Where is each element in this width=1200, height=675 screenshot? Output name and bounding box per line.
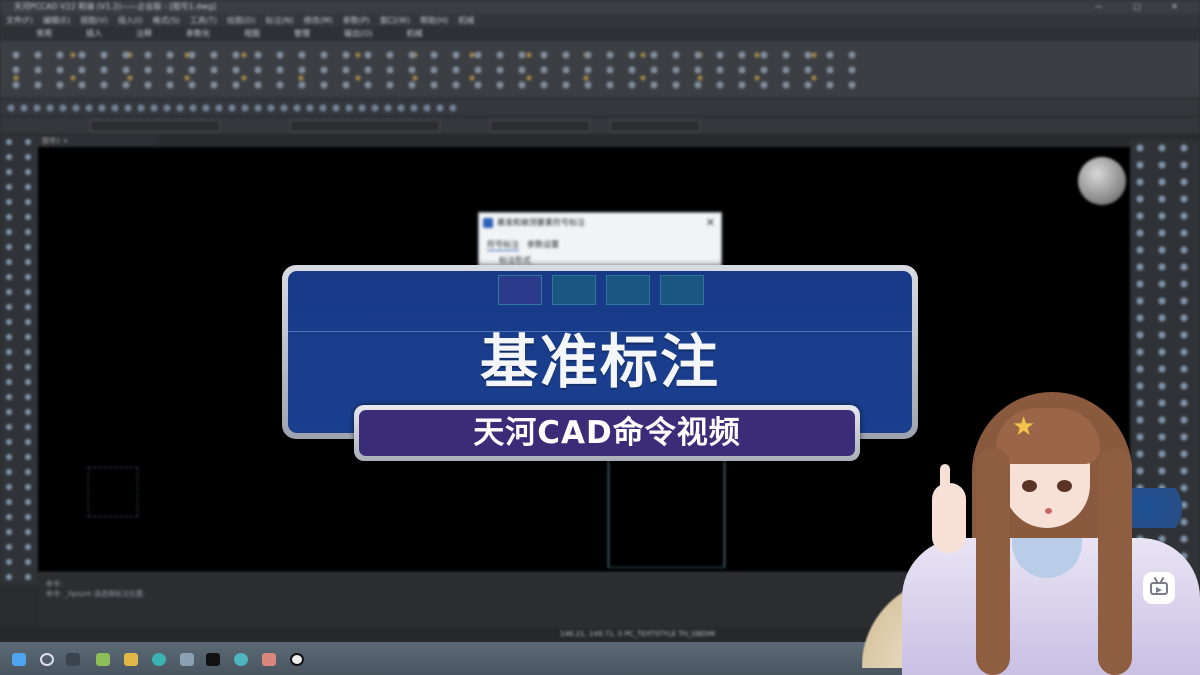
minimize-button[interactable]: — bbox=[1095, 2, 1117, 11]
mascot-eye bbox=[1022, 480, 1037, 492]
app-logo-icon bbox=[483, 218, 493, 228]
tab-parameter-settings[interactable]: 参数设置 bbox=[527, 239, 559, 251]
lineweight-dropdown[interactable] bbox=[610, 120, 700, 132]
dialog-titlebar: 基准和被测要素符号标注 ✕ bbox=[479, 213, 721, 233]
mascot-mouth bbox=[1045, 508, 1052, 514]
dialog-style-thumbnails bbox=[498, 275, 704, 305]
menu-dimension[interactable]: 标注(N) bbox=[265, 14, 293, 27]
banner-title: 基准标注 bbox=[479, 328, 720, 396]
menu-file[interactable]: 文件(F) bbox=[6, 14, 33, 27]
capcut-icon[interactable] bbox=[206, 653, 220, 666]
style-thumbnail bbox=[498, 275, 542, 305]
tab-symbol-annotation[interactable]: 符号标注 bbox=[487, 239, 519, 251]
tab-view[interactable]: 视图 bbox=[244, 27, 260, 41]
maximize-button[interactable]: □ bbox=[1133, 2, 1155, 11]
dialog-tabs: 符号标注 参数设置 bbox=[479, 233, 721, 251]
app-icon[interactable] bbox=[96, 653, 110, 666]
menu-bar: 文件(F) 编辑(E) 视图(V) 插入(I) 格式(S) 工具(T) 绘图(D… bbox=[0, 14, 1200, 27]
star-hairpin-icon: ★ bbox=[1012, 412, 1036, 442]
document-tab[interactable]: 图号1 × bbox=[38, 135, 158, 147]
menu-tools[interactable]: 工具(T) bbox=[190, 14, 217, 27]
cad-line bbox=[724, 457, 725, 567]
task-view-icon[interactable] bbox=[66, 653, 80, 666]
menu-draw[interactable]: 绘图(D) bbox=[227, 14, 255, 27]
tv-icon bbox=[1150, 582, 1168, 595]
cad-block bbox=[88, 467, 138, 517]
style-thumbnail bbox=[552, 275, 596, 305]
close-icon[interactable]: ✕ bbox=[706, 213, 715, 233]
tab-annotate[interactable]: 注释 bbox=[136, 27, 152, 41]
ribbon-tabs: 常用 插入 注释 参数化 视图 管理 输出(O) 机械 bbox=[0, 27, 1200, 41]
style-thumbnail bbox=[606, 275, 650, 305]
folder-icon[interactable] bbox=[124, 653, 138, 666]
tab-parametric[interactable]: 参数化 bbox=[186, 27, 210, 41]
cad-line bbox=[608, 567, 725, 568]
linetype-dropdown[interactable] bbox=[490, 120, 590, 132]
annotation-style-group: 标注形式 bbox=[499, 256, 531, 265]
mascot-eye bbox=[1057, 480, 1072, 492]
mascot-hand bbox=[932, 483, 966, 553]
tab-mechanical[interactable]: 机械 bbox=[407, 27, 423, 41]
toolbar-row-2 bbox=[0, 117, 1200, 135]
banner-subtitle: 天河CAD命令视频 bbox=[473, 415, 741, 451]
coordinate-readout: 146.21, 149.71, 0 PC_TEXTSTYLE TH_GBDIM bbox=[560, 630, 716, 638]
left-tool-palette[interactable] bbox=[0, 135, 38, 585]
menu-help[interactable]: 帮助(H) bbox=[420, 14, 448, 27]
menu-view[interactable]: 视图(V) bbox=[80, 14, 108, 27]
tab-insert[interactable]: 插入 bbox=[86, 27, 102, 41]
close-button[interactable]: ✕ bbox=[1171, 2, 1192, 11]
layer-dropdown[interactable] bbox=[90, 120, 220, 132]
menu-window[interactable]: 窗口(W) bbox=[380, 14, 410, 27]
toolbar-row-1 bbox=[0, 99, 1200, 117]
ribbon-tool-icons[interactable] bbox=[8, 47, 858, 93]
app-icon[interactable] bbox=[234, 653, 248, 666]
style-thumbnail bbox=[660, 275, 704, 305]
window-title: 天河PCCAD V22 和谐 (V1.2)——企业版 - [图号1.dwg] bbox=[14, 2, 216, 11]
browser-icon[interactable] bbox=[152, 653, 166, 666]
mascot-hair-left bbox=[976, 448, 1010, 675]
toolbar-icons[interactable] bbox=[6, 103, 456, 113]
tab-manage[interactable]: 管理 bbox=[294, 27, 310, 41]
cad-line bbox=[608, 457, 609, 567]
cad-app-icon[interactable] bbox=[262, 653, 276, 666]
menu-insert[interactable]: 插入(I) bbox=[118, 14, 143, 27]
window-titlebar: 天河PCCAD V22 和谐 (V1.2)——企业版 - [图号1.dwg] —… bbox=[0, 0, 1200, 14]
menu-format[interactable]: 格式(S) bbox=[152, 14, 179, 27]
record-icon[interactable] bbox=[290, 653, 304, 666]
ribbon-panel bbox=[0, 41, 1200, 99]
menu-edit[interactable]: 编辑(E) bbox=[43, 14, 70, 27]
windows-start-icon[interactable] bbox=[12, 653, 26, 666]
search-icon[interactable] bbox=[40, 653, 54, 666]
tab-output[interactable]: 输出(O) bbox=[344, 27, 373, 41]
menu-parameter[interactable]: 参数(P) bbox=[343, 14, 370, 27]
subtitle-panel: 天河CAD命令视频 bbox=[359, 410, 855, 456]
mascot-hair-right bbox=[1098, 448, 1132, 675]
menu-mechanical[interactable]: 机械 bbox=[458, 14, 474, 27]
menu-modify[interactable]: 修改(M) bbox=[304, 14, 333, 27]
dialog-title: 基准和被测要素符号标注 bbox=[497, 218, 585, 227]
bilibili-tv-icon bbox=[1143, 572, 1175, 604]
subtitle-banner: 天河CAD命令视频 bbox=[354, 405, 860, 461]
photos-icon[interactable] bbox=[180, 653, 194, 666]
anime-mascot-illustration: ★ bbox=[862, 388, 1200, 675]
tab-home[interactable]: 常用 bbox=[36, 27, 52, 41]
window-controls[interactable]: — □ ✕ bbox=[1095, 0, 1192, 14]
color-dropdown[interactable] bbox=[290, 120, 440, 132]
view-cube-orb[interactable] bbox=[1078, 157, 1126, 205]
